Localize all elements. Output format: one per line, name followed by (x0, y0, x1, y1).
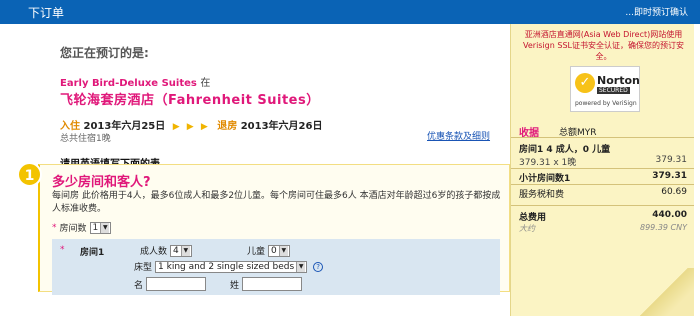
rooms-label: 房间数 (59, 224, 87, 234)
stay-dates: 入住 2013年六月25日 ▶ ▶ ▶ 退房 2013年六月26日 (60, 117, 322, 132)
bed-type-select[interactable]: 1 king and 2 single sized beds ▼ (155, 260, 308, 273)
help-icon[interactable]: ? (313, 261, 324, 272)
rooms-count-row: * 房间数 1 ▼ (52, 221, 112, 234)
norton-brand: Norton (597, 74, 640, 87)
nights-count: 总共住宿1晚 (60, 134, 111, 144)
room-line-amount: 379.31 (655, 155, 688, 165)
adults-select-value: 4 (173, 245, 179, 256)
first-name-label: 名 (134, 280, 144, 291)
adults-label: 成人数 (140, 247, 168, 257)
subtotal-amount: 379.31 (652, 171, 687, 181)
room-at: 在 (200, 78, 211, 89)
hotel-name: 飞轮海套房酒店（Fahrenheit Suites） (60, 93, 320, 108)
room-name: Early Bird-Deluxe Suites (60, 78, 197, 89)
grand-total-label: 总费用 (519, 213, 547, 223)
last-name-input[interactable] (242, 277, 303, 291)
subtotal-row: 小计房间数1 379.31 (519, 171, 687, 184)
children-select-value: 0 (271, 245, 277, 256)
rooms-select-value: 1 (92, 222, 99, 233)
chevron-down-icon: ▼ (278, 245, 288, 256)
chevron-down-icon: ▼ (180, 245, 190, 256)
step1-title: 多少房间和客人? (52, 175, 151, 190)
room1-panel: * 房间1 成人数 4 ▼ 儿童 0 ▼ 床型 1 king and 2 sin… (52, 239, 500, 295)
adults-select[interactable]: 4 ▼ (170, 244, 192, 257)
rooms-select[interactable]: 1 ▼ (89, 221, 112, 234)
room1-label: 房间1 (80, 248, 105, 258)
bed-type-label: 床型 (134, 263, 153, 273)
page-curl (634, 268, 694, 316)
room-line-detail: 379.31 x 1晚 (519, 158, 577, 168)
tax-label: 服务税和费 (519, 190, 565, 200)
header-bar: 下订单 ...即时预订确认 (0, 0, 700, 24)
chevron-down-icon: ▼ (100, 222, 110, 233)
children-select[interactable]: 0 ▼ (268, 244, 290, 257)
tax-row: 服务税和费 60.69 (519, 187, 687, 200)
security-notice: 亚洲酒店直通网(Asia Web Direct)网站使用Verisign SSL… (523, 30, 684, 61)
room-line-label: 房间1 4 成人，0 儿童 (519, 145, 611, 155)
children-label: 儿童 (247, 247, 266, 257)
norton-secured-badge[interactable]: ✓ Norton SECURED powered by VeriSign (570, 66, 640, 112)
adults-field: 成人数 4 ▼ (140, 244, 192, 257)
bed-type-select-value: 1 king and 2 single sized beds (158, 261, 295, 272)
checkout-date: 2013年六月26日 (240, 121, 323, 132)
children-field: 儿童 0 ▼ (247, 244, 290, 257)
approx-row: 大约 899.39 CNY (519, 223, 687, 234)
grand-total-row: 总费用 440.00 (519, 210, 687, 223)
step-number-badge: 1 (17, 162, 42, 187)
room-line-detail-row: 379.31 x 1晚 379.31 (519, 155, 687, 168)
tax-amount: 60.69 (661, 187, 687, 197)
divider (511, 205, 694, 206)
divider (511, 168, 694, 169)
first-name-field: 名 (134, 277, 207, 291)
page-title: 下订单 (28, 6, 65, 20)
approx-label: 大约 (519, 224, 535, 233)
bed-type-field: 床型 1 king and 2 single sized beds ▼ ? (134, 260, 324, 273)
chevron-down-icon: ▼ (296, 261, 306, 272)
room-name-line: Early Bird-Deluxe Suites 在 (60, 74, 210, 89)
divider (511, 184, 694, 185)
receipt-sidebar: 亚洲酒店直通网(Asia Web Direct)网站使用Verisign SSL… (510, 24, 694, 316)
checkout-label: 退房 (217, 121, 238, 132)
last-name-label: 姓 (230, 280, 240, 291)
room-line: 房间1 4 成人，0 儿童 (519, 142, 687, 155)
first-name-input[interactable] (146, 277, 207, 291)
arrow-icon: ▶ ▶ ▶ (172, 122, 210, 132)
instant-confirm-text: ...即时预订确认 (625, 8, 688, 18)
approx-amount: 899.39 CNY (640, 223, 687, 232)
checkmark-icon: ✓ (575, 73, 595, 93)
subtotal-label: 小计房间数1 (519, 174, 571, 184)
secured-label: SECURED (597, 87, 630, 94)
step1-description: 每间房 此价格用于4人，最多6位成人和最多2位儿童。每个房间可住最多6人 本酒店… (52, 191, 501, 214)
powered-by-label: powered by VeriSign (575, 100, 637, 107)
last-name-field: 姓 (230, 277, 303, 291)
required-star: * (60, 245, 65, 255)
required-star: * (52, 222, 57, 233)
divider (511, 137, 694, 138)
booking-heading: 您正在预订的是: (60, 46, 149, 60)
grand-total-amount: 440.00 (652, 210, 687, 220)
terms-link[interactable]: 优惠条款及细则 (427, 129, 490, 142)
